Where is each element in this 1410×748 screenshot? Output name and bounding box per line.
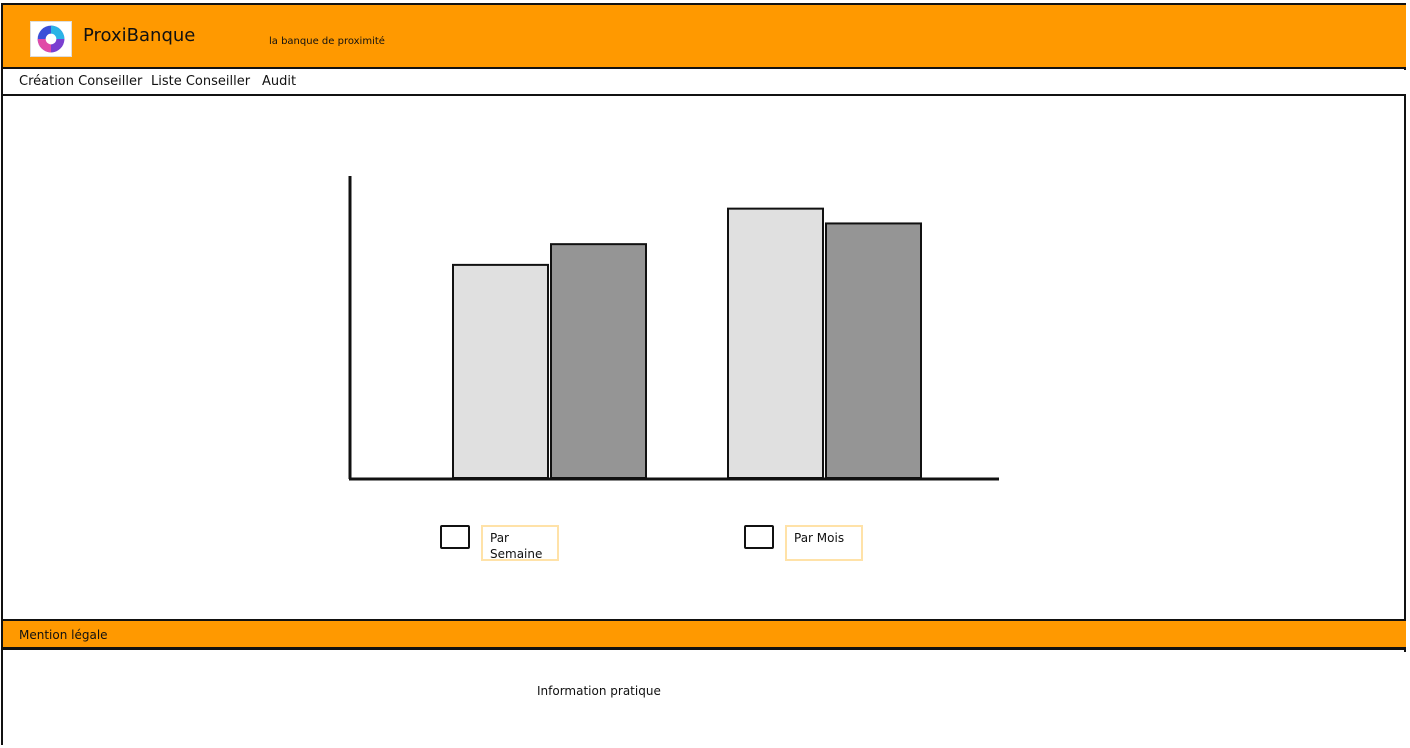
nav-bar: Création Conseiller Liste Conseiller Aud…	[3, 70, 1406, 96]
footer: Information pratique	[3, 652, 1406, 745]
brand-tagline: la banque de proximité	[269, 36, 385, 47]
legal-bar: Mention légale	[3, 619, 1406, 650]
brand-name: ProxiBanque	[83, 25, 196, 46]
par-semaine-checkbox[interactable]	[440, 525, 470, 549]
swirl-logo-icon	[30, 21, 72, 57]
par-mois-label: Par Mois	[785, 525, 863, 561]
par-mois-checkbox[interactable]	[744, 525, 774, 549]
bar-group2-series2	[825, 222, 922, 479]
header-bar: ProxiBanque la banque de proximité	[3, 5, 1406, 69]
bar-chart	[348, 176, 999, 481]
par-semaine-label: Par Semaine	[481, 525, 559, 561]
bar-group1-series2	[550, 243, 647, 479]
legal-mention-link[interactable]: Mention légale	[19, 628, 108, 642]
nav-item-creation-conseiller[interactable]: Création Conseiller	[19, 74, 142, 89]
bar-group1-series1	[452, 263, 549, 479]
footer-info-text: Information pratique	[537, 684, 661, 698]
main-content: Par Semaine Par Mois	[3, 98, 1406, 618]
bar-group2-series1	[727, 207, 824, 479]
nav-item-liste-conseiller[interactable]: Liste Conseiller	[151, 74, 250, 89]
nav-item-audit[interactable]: Audit	[262, 74, 296, 89]
